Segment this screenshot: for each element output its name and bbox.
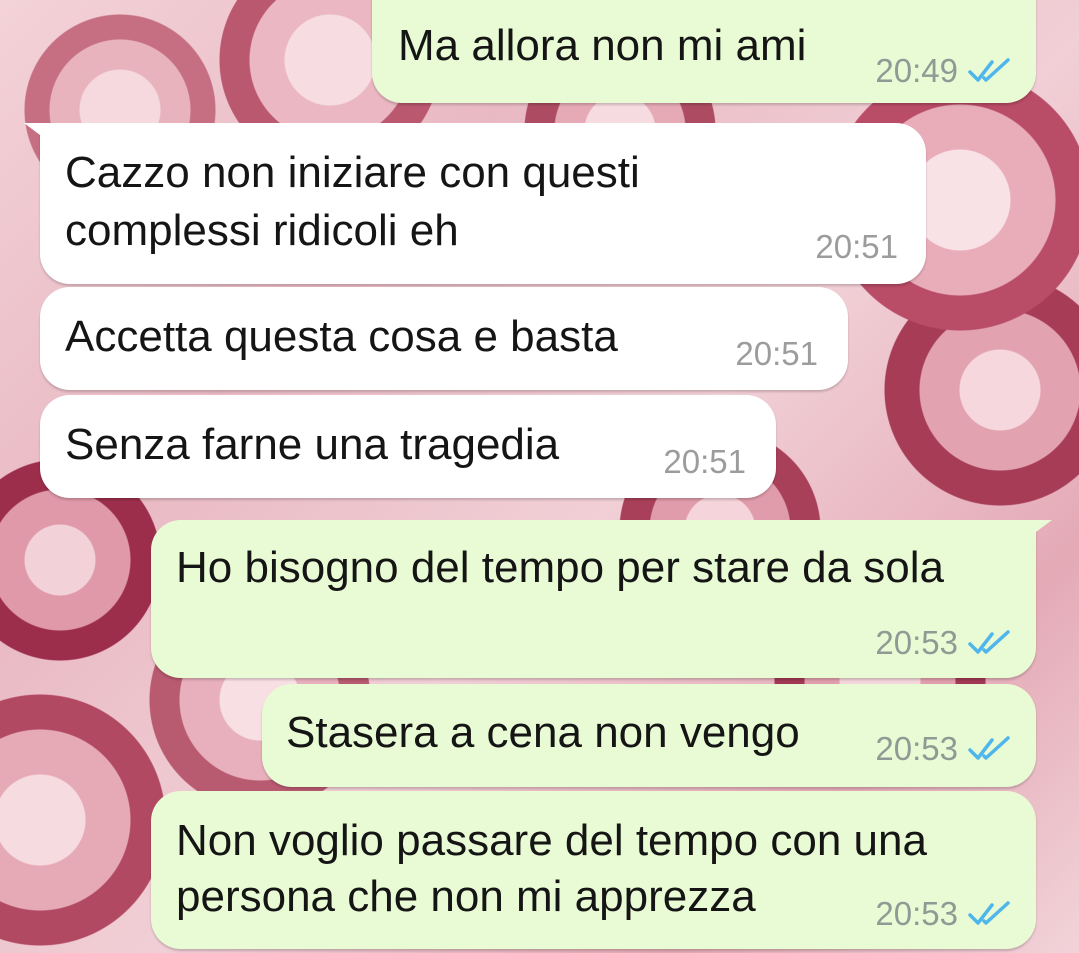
message-bubble-incoming[interactable]: Accetta questa cosa e basta 20:51 (40, 287, 848, 390)
message-text: Stasera a cena non vengo (286, 708, 800, 757)
message-text: Ho bisogno del tempo per stare da sola (176, 543, 945, 592)
double-check-icon (968, 901, 1010, 925)
message-text: Accetta questa cosa e basta (65, 312, 618, 361)
message-time: 20:53 (875, 730, 958, 767)
double-check-icon (968, 736, 1010, 760)
message-meta: 20:53 (875, 730, 1014, 768)
message-meta: 20:51 (815, 228, 898, 266)
message-bubble-incoming[interactable]: Cazzo non iniziare con questi complessi … (24, 123, 926, 284)
double-check-icon (968, 58, 1010, 82)
message-text: Senza farne una tragedia (65, 420, 560, 469)
message-meta: 20:53 (875, 624, 1014, 662)
message-time: 20:51 (735, 335, 818, 372)
message-time: 20:51 (815, 228, 898, 265)
message-meta: 20:53 (875, 895, 1014, 933)
message-bubble-outgoing[interactable]: Stasera a cena non vengo 20:53 (262, 684, 1036, 787)
message-meta: 20:49 (875, 52, 1014, 90)
message-bubble-outgoing[interactable]: Non voglio passare del tempo con una per… (151, 791, 1036, 949)
message-time: 20:51 (663, 443, 746, 480)
message-meta: 20:51 (735, 335, 818, 373)
message-time: 20:49 (875, 52, 958, 89)
message-text: Ma allora non mi ami (398, 21, 807, 70)
double-check-icon (968, 630, 1010, 654)
message-time: 20:53 (875, 895, 958, 932)
message-bubble-outgoing[interactable]: Ma allora non mi ami 20:49 (372, 0, 1036, 103)
message-text: Cazzo non iniziare con questi (65, 148, 640, 197)
message-text: complessi ridicoli eh (65, 206, 459, 255)
message-text: Non voglio passare del tempo con una (176, 816, 927, 865)
message-bubble-incoming[interactable]: Senza farne una tragedia 20:51 (40, 395, 776, 498)
message-text: persona che non mi apprezza (176, 872, 756, 921)
message-bubble-outgoing[interactable]: Ho bisogno del tempo per stare da sola 2… (151, 520, 1052, 678)
message-meta: 20:51 (663, 443, 746, 481)
message-time: 20:53 (875, 624, 958, 661)
